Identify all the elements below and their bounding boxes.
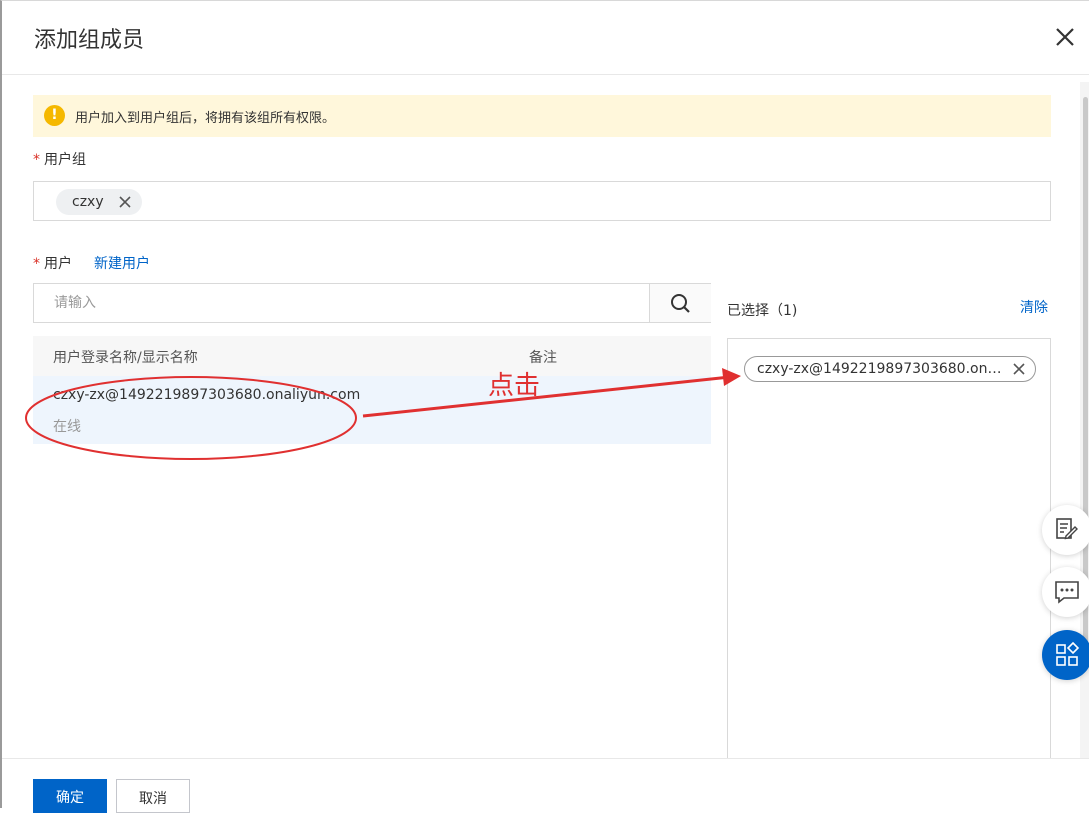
annotation-text: 点击	[488, 371, 541, 401]
group-select[interactable]: czxy	[33, 181, 1051, 221]
group-tag: czxy	[56, 189, 142, 215]
column-header-name: 用户登录名称/显示名称	[53, 350, 198, 366]
user-label-text: 用户	[44, 256, 72, 272]
search-icon	[671, 294, 690, 313]
clear-button[interactable]: 清除	[1020, 297, 1048, 317]
required-mark: *	[33, 152, 40, 168]
selected-list: czxy-zx@1492219897303680.onaliyun.com	[727, 338, 1051, 768]
user-search	[33, 283, 711, 323]
table-row[interactable]: czxy-zx@1492219897303680.onaliyun.com 在线	[33, 376, 711, 444]
selected-title: 已选择（1)	[727, 303, 798, 319]
info-alert: ! 用户加入到用户组后，将拥有该组所有权限。	[33, 95, 1051, 137]
apps-button[interactable]	[1042, 630, 1089, 680]
user-field-label: * 用户	[33, 253, 72, 273]
search-button[interactable]	[649, 284, 711, 322]
group-field-label: * 用户组	[33, 149, 86, 169]
warning-icon: !	[44, 105, 65, 126]
search-input[interactable]	[34, 284, 649, 322]
selected-user-tag: czxy-zx@1492219897303680.onaliyun.com	[744, 356, 1036, 382]
apps-icon	[1056, 641, 1080, 666]
user-status: 在线	[53, 419, 81, 435]
selected-user-label: czxy-zx@1492219897303680.onaliyun.com	[757, 361, 1002, 377]
table-header: 用户登录名称/显示名称 备注	[33, 336, 711, 376]
required-mark: *	[33, 256, 40, 272]
user-login-name: czxy-zx@1492219897303680.onaliyun.com	[53, 387, 361, 403]
group-label-text: 用户组	[44, 152, 86, 168]
dialog-footer: 确定 取消	[2, 758, 1089, 813]
chat-button[interactable]	[1042, 567, 1089, 617]
close-icon[interactable]	[1052, 24, 1078, 50]
remove-selected-icon[interactable]	[1012, 362, 1026, 376]
group-tag-label: czxy	[72, 194, 104, 210]
edit-note-button[interactable]	[1042, 505, 1089, 555]
dialog-title: 添加组成员	[34, 28, 145, 53]
alert-text: 用户加入到用户组后，将拥有该组所有权限。	[75, 111, 336, 126]
remove-tag-icon[interactable]	[118, 195, 132, 209]
new-user-link[interactable]: 新建用户	[94, 253, 150, 273]
column-header-remark: 备注	[529, 350, 557, 366]
chat-icon	[1055, 581, 1079, 604]
edit-note-icon	[1056, 518, 1078, 540]
dialog-header: 添加组成员	[2, 0, 1089, 75]
